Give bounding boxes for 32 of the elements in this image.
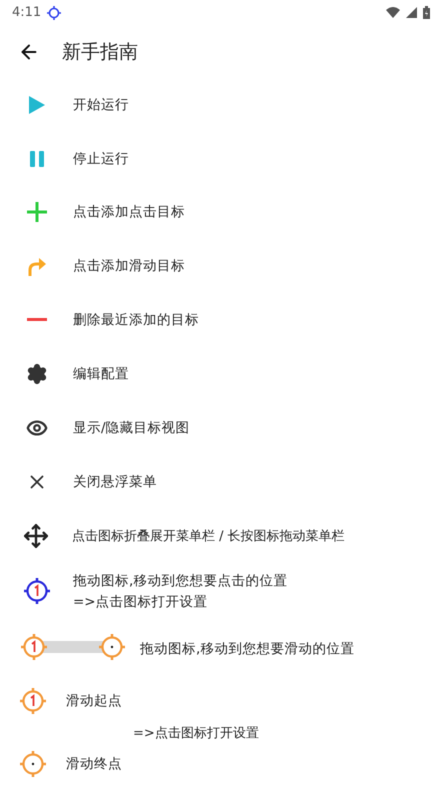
guide-text: =>点击图标打开设置 xyxy=(73,592,209,611)
target-icon xyxy=(19,687,47,716)
guide-text: 开始运行 xyxy=(73,96,129,114)
guide-text: 停止运行 xyxy=(73,150,129,168)
curved-arrow-icon xyxy=(28,256,46,276)
hint-text: =>点击图标打开设置 xyxy=(133,725,259,742)
plus-icon xyxy=(26,202,46,222)
target-icon xyxy=(22,577,50,606)
play-icon xyxy=(28,96,44,114)
minus-icon xyxy=(26,318,46,322)
settings-icon xyxy=(26,363,48,386)
status-time: 4:11 xyxy=(12,5,42,20)
target-icon xyxy=(19,750,47,778)
swipe-path-icon xyxy=(20,633,126,662)
page-title: 新手指南 xyxy=(62,40,138,65)
wifi-icon xyxy=(386,7,400,18)
guide-text: 删除最近添加的目标 xyxy=(73,311,199,330)
guide-text: 点击添加滑动目标 xyxy=(73,257,185,276)
move-icon xyxy=(23,522,49,549)
guide-text: 拖动图标,移动到您想要滑动的位置 xyxy=(140,640,354,658)
pause-icon xyxy=(30,150,44,167)
guide-text: 显示/隐藏目标视图 xyxy=(73,418,190,437)
battery-icon xyxy=(423,6,430,20)
guide-text: 拖动图标,移动到您想要点击的位置 xyxy=(73,572,288,590)
location-icon xyxy=(47,6,62,20)
guide-text: 关闭悬浮菜单 xyxy=(73,472,157,491)
guide-text: 点击图标折叠展开菜单栏 / 长按图标拖动菜单栏 xyxy=(72,528,345,545)
signal-icon xyxy=(406,7,417,18)
guide-text: 滑动起点 xyxy=(66,692,122,710)
guide-text: 点击添加点击目标 xyxy=(73,203,185,222)
guide-text: 滑动终点 xyxy=(66,755,122,774)
guide-text: 编辑配置 xyxy=(73,365,129,384)
